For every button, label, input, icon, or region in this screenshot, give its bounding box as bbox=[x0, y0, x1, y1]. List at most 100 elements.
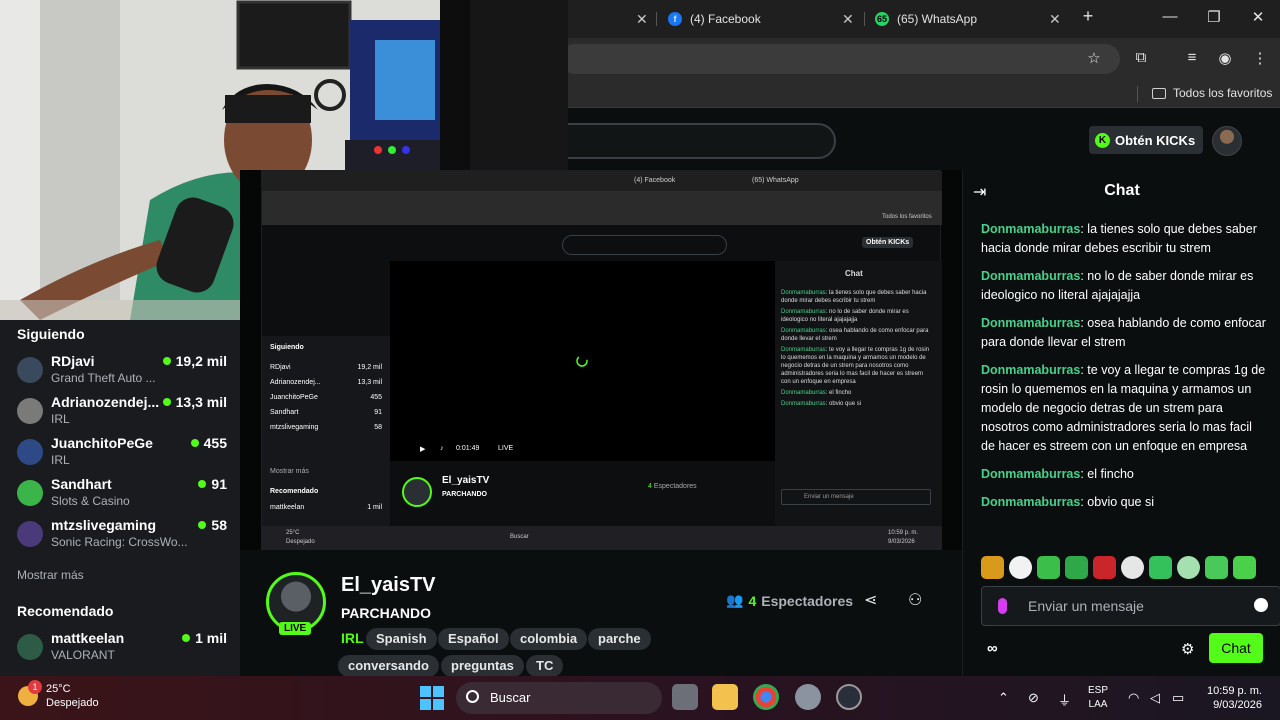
tag-conversando[interactable]: conversando bbox=[338, 655, 439, 677]
nested-chat-messages: Donmamaburras: la tienes solo que debes … bbox=[781, 290, 930, 407]
nested-count: 19,2 mil bbox=[357, 364, 382, 371]
language-bottom: LAA bbox=[1088, 699, 1108, 710]
tag-spanish[interactable]: Spanish bbox=[366, 628, 437, 650]
tab-facebook[interactable]: f (4) Facebook ✕ bbox=[668, 6, 858, 32]
language-indicator[interactable]: ESP LAA bbox=[1088, 684, 1108, 712]
wifi-icon[interactable]: ◠ bbox=[1128, 690, 1139, 706]
streamer-name[interactable]: El_yaisTV bbox=[341, 574, 436, 597]
tag-colombia[interactable]: colombia bbox=[510, 628, 588, 650]
tag-tc[interactable]: TC bbox=[526, 655, 564, 677]
viewer-count: 455 bbox=[190, 435, 227, 451]
channel-name: JuanchitoPeGe bbox=[51, 435, 153, 451]
emote-icon[interactable] bbox=[1205, 556, 1228, 579]
show-more-link[interactable]: Mostrar más bbox=[17, 568, 84, 582]
video-player[interactable]: (4) Facebook (65) WhatsApp Todos los fav… bbox=[240, 170, 962, 550]
all-favorites-label: Todos los favoritos bbox=[1173, 86, 1273, 100]
user-avatar[interactable] bbox=[1212, 126, 1242, 156]
nested-chat-user: Donmamaburras bbox=[781, 309, 826, 315]
chat-settings-gear-icon[interactable]: ⚙ bbox=[1181, 640, 1194, 658]
meet-now-icon[interactable]: ⊘ bbox=[1028, 690, 1039, 706]
stream-category[interactable]: IRL bbox=[341, 630, 364, 646]
volume-icon[interactable]: ◁ bbox=[1150, 690, 1160, 706]
whatsapp-icon: 65 bbox=[875, 12, 889, 26]
close-icon[interactable]: ✕ bbox=[1049, 11, 1061, 28]
share-icon[interactable]: ⋖ bbox=[864, 590, 877, 610]
chat-send-button[interactable]: Chat bbox=[1209, 633, 1263, 663]
sidebar-item-adrianozendej[interactable]: Adrianozendej... IRL 13,3 mil bbox=[17, 394, 227, 434]
menu-icon[interactable]: ⋮ bbox=[1250, 49, 1270, 67]
facebook-icon: f bbox=[668, 12, 682, 26]
sidebar-item-rdjavi[interactable]: RDjavi Grand Theft Auto ... 19,2 mil bbox=[17, 353, 227, 393]
tag-espanol[interactable]: Español bbox=[438, 628, 509, 650]
emote-icon[interactable] bbox=[1149, 556, 1172, 579]
tab-whatsapp[interactable]: 65 (65) WhatsApp ✕ bbox=[875, 6, 1065, 32]
tray-chevron-icon[interactable]: ⌃ bbox=[998, 690, 1009, 706]
chat-username[interactable]: Donmamaburras bbox=[981, 495, 1080, 509]
close-icon[interactable]: ✕ bbox=[842, 11, 854, 28]
chat-message: Donmamaburras: no lo de saber donde mira… bbox=[981, 269, 1254, 302]
follow-user-icon[interactable]: ⚇ bbox=[908, 590, 922, 610]
emote-icon[interactable] bbox=[1177, 556, 1200, 579]
settings-icon[interactable] bbox=[795, 684, 821, 710]
file-explorer-icon[interactable] bbox=[712, 684, 738, 710]
extensions-icon[interactable]: ⧉ bbox=[1131, 49, 1151, 66]
chrome-icon[interactable] bbox=[753, 684, 779, 710]
start-button[interactable] bbox=[420, 686, 444, 710]
minimize-icon[interactable]: — bbox=[1160, 8, 1180, 25]
new-tab-button[interactable]: + bbox=[1078, 6, 1098, 27]
emote-icon[interactable] bbox=[1121, 556, 1144, 579]
chat-username[interactable]: Donmamaburras bbox=[981, 363, 1080, 377]
chat-username[interactable]: Donmamaburras bbox=[981, 222, 1080, 236]
restore-icon[interactable]: ❐ bbox=[1204, 8, 1224, 26]
sidebar-item-mtzslivegaming[interactable]: mtzslivegaming Sonic Racing: CrossWo... … bbox=[17, 517, 227, 557]
clock-time: 10:59 p. m. bbox=[1206, 685, 1262, 697]
channel-category: IRL bbox=[51, 453, 70, 467]
emote-icon[interactable] bbox=[1233, 556, 1256, 579]
channel-category: VALORANT bbox=[51, 648, 115, 662]
battery-icon[interactable]: ▭ bbox=[1172, 690, 1184, 706]
chat-username[interactable]: Donmamaburras bbox=[981, 269, 1080, 283]
bookmark-star-icon[interactable]: ☆ bbox=[1084, 49, 1104, 67]
nested-count: 58 bbox=[374, 424, 382, 431]
emoji-picker-icon[interactable] bbox=[1254, 598, 1268, 612]
get-kicks-button[interactable]: K Obtén KICKs bbox=[1089, 126, 1204, 154]
app-icon[interactable] bbox=[836, 684, 862, 710]
window-close-icon[interactable]: ✕ bbox=[1248, 8, 1268, 26]
nested-chat-user: Donmamaburras bbox=[781, 328, 826, 334]
emote-icon[interactable] bbox=[1093, 556, 1116, 579]
nested-channel: mtzslivegaming bbox=[270, 424, 319, 431]
chat-username[interactable]: Donmamaburras bbox=[981, 316, 1080, 330]
sidebar-item-juanchitopege[interactable]: JuanchitoPeGe IRL 455 bbox=[17, 435, 227, 475]
microphone-icon[interactable] bbox=[998, 598, 1007, 614]
nested-chat-user: Donmamaburras bbox=[781, 347, 826, 353]
taskbar-search[interactable]: Buscar bbox=[456, 682, 662, 714]
nested-channel: Adrianozendej... bbox=[270, 379, 321, 386]
all-favorites-folder[interactable]: Todos los favoritos bbox=[1152, 86, 1272, 100]
nested-temperature: 25°C bbox=[286, 530, 300, 536]
system-clock[interactable]: 10:59 p. m. 9/03/2026 bbox=[1196, 684, 1262, 712]
media-control-icon[interactable]: ≡ bbox=[1182, 49, 1202, 66]
tag-preguntas[interactable]: preguntas bbox=[441, 655, 524, 677]
sidebar-item-sandhart[interactable]: Sandhart Slots & Casino 91 bbox=[17, 476, 227, 516]
chat-input[interactable]: Enviar un mensaje bbox=[981, 586, 1280, 626]
channel-name: Adrianozendej... bbox=[51, 394, 160, 410]
sidebar-item-mattkeelan[interactable]: mattkeelan VALORANT 1 mil bbox=[17, 630, 227, 670]
emote-icon[interactable] bbox=[1065, 556, 1088, 579]
weather-widget[interactable]: 1 25°C Despejado bbox=[18, 680, 99, 710]
nested-chat-title: Chat bbox=[845, 269, 863, 278]
address-bar[interactable] bbox=[560, 44, 1120, 74]
chat-username[interactable]: Donmamaburras bbox=[981, 467, 1080, 481]
task-view-icon[interactable] bbox=[672, 684, 698, 710]
emote-icon[interactable] bbox=[1009, 556, 1032, 579]
tab-separator bbox=[656, 12, 657, 26]
emote-icon[interactable] bbox=[981, 556, 1004, 579]
screen-capture: (4) Facebook (65) WhatsApp Todos los fav… bbox=[261, 170, 942, 550]
emote-icon[interactable] bbox=[1037, 556, 1060, 579]
following-heading: Siguiendo bbox=[17, 326, 85, 342]
profile-icon[interactable]: ◉ bbox=[1215, 49, 1235, 67]
tag-parche[interactable]: parche bbox=[588, 628, 651, 650]
microphone-tray-icon[interactable]: ⏚ bbox=[1058, 690, 1071, 709]
nested-channel: JuanchitoPeGe bbox=[270, 394, 318, 401]
chat-extras-icon[interactable]: ∞ bbox=[987, 640, 998, 657]
close-icon[interactable]: ✕ bbox=[636, 11, 648, 28]
